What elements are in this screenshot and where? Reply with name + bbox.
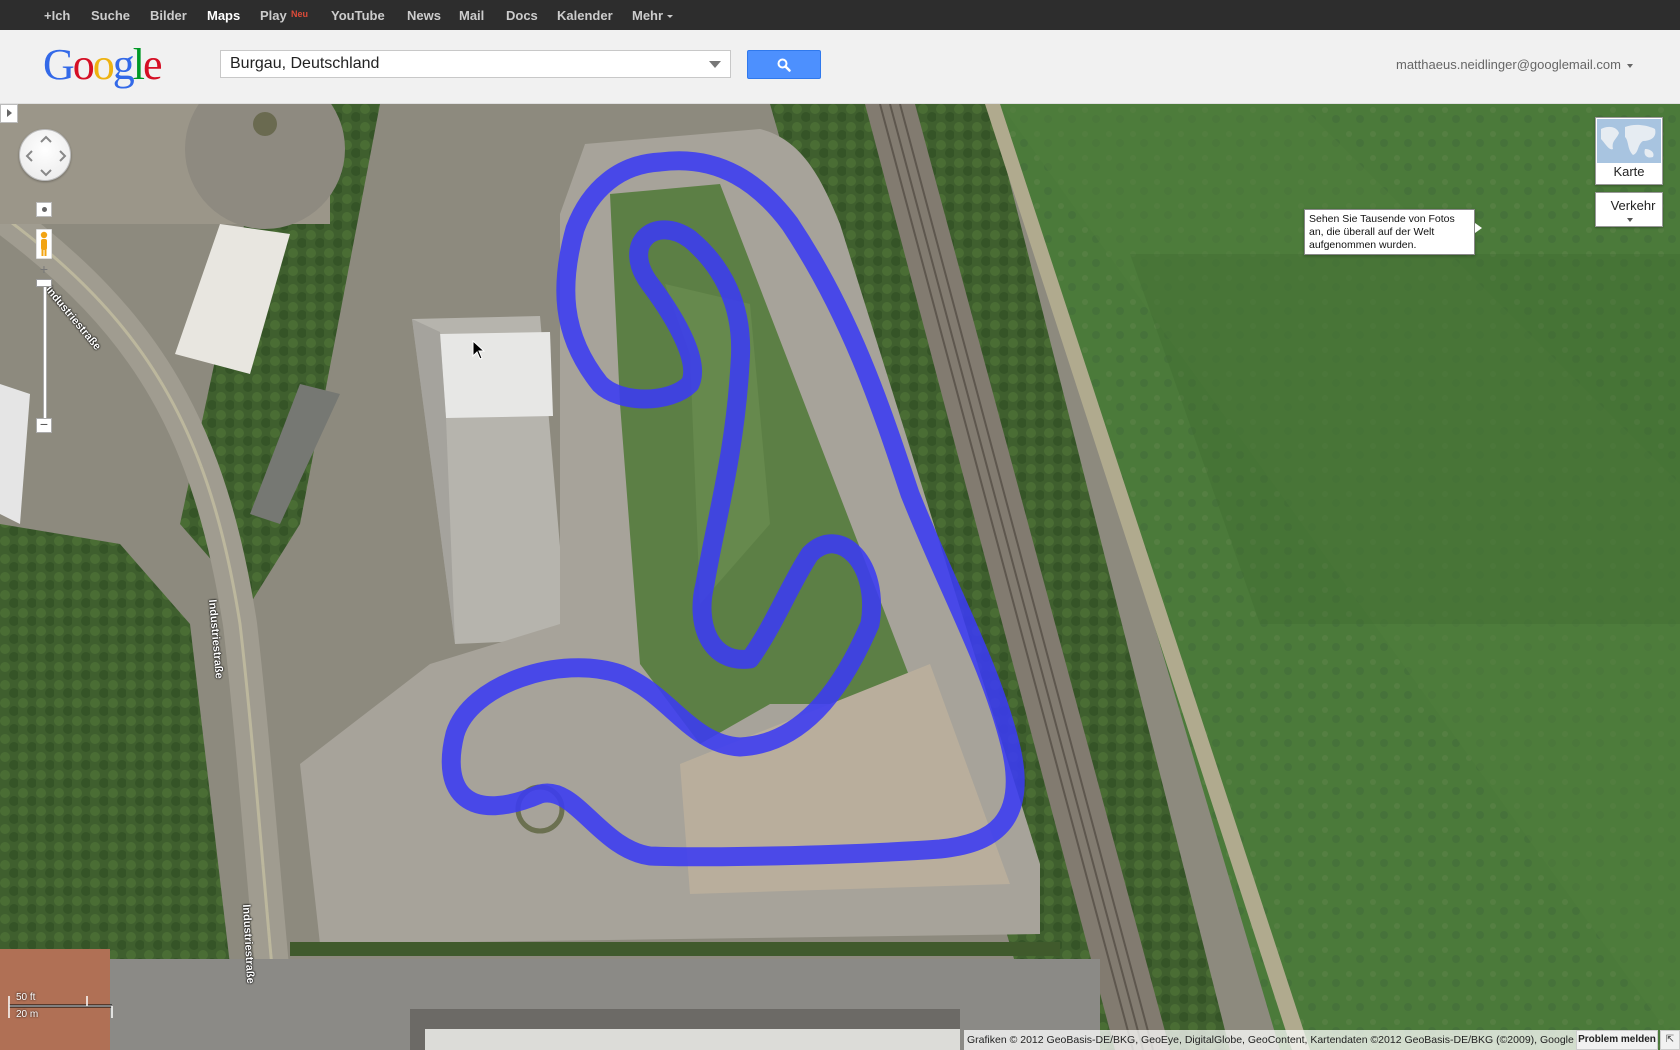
pan-arrows-icon	[25, 135, 67, 177]
gbar-kalender[interactable]: Kalender	[557, 0, 613, 30]
scale-meters-label: 20 m	[16, 1009, 39, 1020]
chevron-down-icon	[1626, 63, 1633, 68]
account-menu[interactable]: matthaeus.neidlinger@googlemail.com	[1396, 57, 1633, 72]
map-attribution: Grafiken © 2012 GeoBasis-DE/BKG, GeoEye,…	[964, 1030, 1576, 1050]
world-map-thumbnail	[1597, 119, 1661, 163]
zoom-in-button[interactable]: +	[36, 262, 52, 277]
google-logo[interactable]: Google	[43, 40, 162, 90]
chevron-down-icon	[1627, 218, 1633, 222]
search-button[interactable]	[747, 50, 821, 79]
report-problem-button[interactable]: Problem melden	[1576, 1030, 1658, 1050]
gbar-mail[interactable]: Mail	[459, 0, 484, 30]
sidebar-toggle-button[interactable]	[0, 104, 18, 123]
traffic-label: Verkehr	[1610, 198, 1656, 213]
search-dropdown-icon[interactable]	[709, 61, 721, 68]
traffic-layer-button[interactable]: Verkehr	[1595, 192, 1663, 227]
gbar-play[interactable]: Play Neu	[260, 0, 308, 30]
zoom-slider-handle[interactable]	[36, 279, 52, 287]
gbar-bilder[interactable]: Bilder	[150, 0, 187, 30]
map-type-label: Karte	[1613, 164, 1645, 179]
account-email: matthaeus.neidlinger@googlemail.com	[1396, 57, 1621, 72]
header: Google matthaeus.neidlinger@googlemail.c…	[0, 30, 1680, 104]
gbar-news[interactable]: News	[407, 0, 441, 30]
scale-feet-label: 50 ft	[16, 992, 36, 1003]
gbar-docs[interactable]: Docs	[506, 0, 538, 30]
gbar-play-label: Play	[260, 8, 287, 23]
pegman-icon[interactable]	[36, 229, 52, 259]
zoom-slider-track[interactable]	[43, 279, 47, 422]
gbar-maps[interactable]: Maps	[207, 0, 240, 30]
globe-icon	[1597, 119, 1661, 163]
expand-icon[interactable]: ⇱	[1660, 1030, 1680, 1050]
gbar-mehr-label: Mehr	[632, 8, 664, 23]
pan-control[interactable]	[19, 129, 71, 181]
map-type-karte-button[interactable]: Karte	[1595, 117, 1663, 185]
search-icon	[777, 58, 791, 72]
mouse-cursor-icon	[472, 340, 486, 360]
photos-tooltip: Sehen Sie Tausende von Fotos an, die übe…	[1304, 209, 1482, 255]
zoom-out-button[interactable]: −	[36, 417, 52, 433]
chevron-down-icon	[667, 15, 674, 19]
scale-bar: 50 ft 20 m	[8, 992, 114, 1020]
gbar-youtube[interactable]: YouTube	[331, 0, 385, 30]
google-bar: +Ich Suche Bilder Maps Play Neu YouTube N…	[0, 0, 1680, 30]
search-box	[220, 50, 731, 78]
gbar-mehr[interactable]: Mehr	[632, 0, 674, 30]
my-location-button[interactable]	[36, 202, 52, 217]
gbar-suche[interactable]: Suche	[91, 0, 130, 30]
play-new-badge: Neu	[291, 9, 309, 19]
search-input[interactable]	[230, 51, 700, 77]
gbar-plus-ich[interactable]: +Ich	[44, 0, 70, 30]
